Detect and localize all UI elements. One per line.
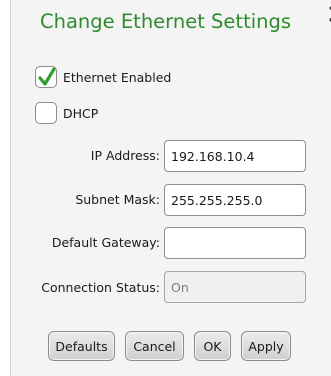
connection-status-field [164,271,306,303]
dhcp-label: DHCP [63,105,99,121]
subnet-mask-label: Subnet Mask: [75,192,160,207]
ip-address-label: IP Address: [90,148,160,163]
ethernet-enabled-label: Ethernet Enabled [63,69,172,85]
ok-button[interactable]: OK [194,331,231,361]
connection-status-label: Connection Status: [41,280,160,295]
checkmark-icon [38,67,56,86]
ip-address-input[interactable] [164,140,306,172]
apply-button[interactable]: Apply [241,331,291,361]
dhcp-row[interactable]: DHCP [35,102,98,124]
cancel-button[interactable]: Cancel [125,331,184,361]
dialog-title: Change Ethernet Settings [40,10,292,33]
subnet-mask-input[interactable] [164,184,306,216]
defaults-button[interactable]: Defaults [48,331,115,361]
default-gateway-input[interactable] [164,227,306,259]
default-gateway-label: Default Gateway: [51,235,160,250]
ethernet-enabled-checkbox[interactable] [35,66,57,88]
ethernet-enabled-row[interactable]: Ethernet Enabled [35,66,171,88]
dhcp-checkbox[interactable] [35,102,57,124]
